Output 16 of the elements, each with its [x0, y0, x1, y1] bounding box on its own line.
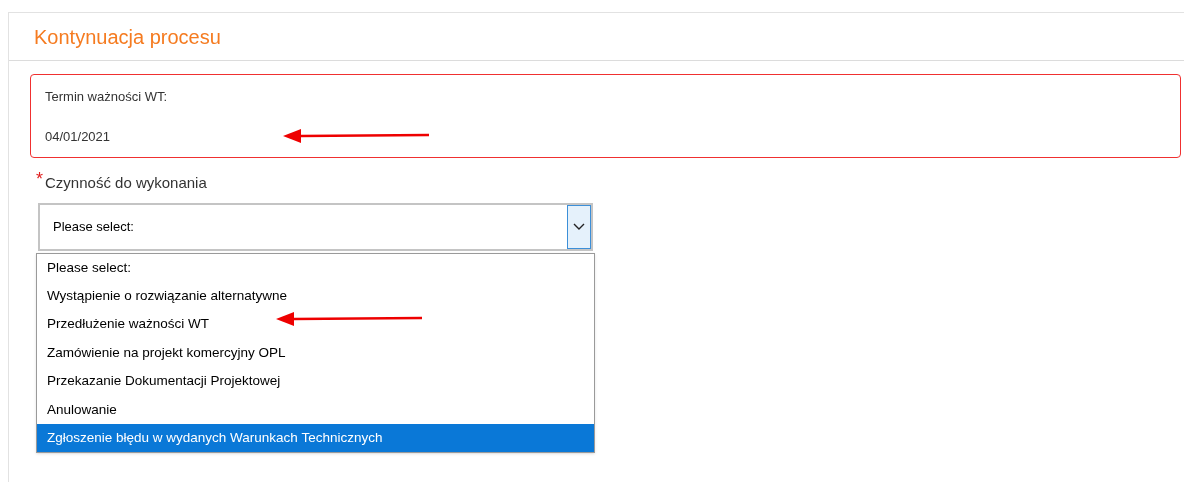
required-mark: * — [36, 170, 43, 188]
dropdown-option[interactable]: Zgłoszenie błędu w wydanych Warunkach Technicznych — [37, 423, 594, 453]
dropdown-option[interactable]: Wystąpienie o rozwiązanie alternatywne — [37, 281, 594, 311]
chevron-icon — [567, 204, 591, 249]
activity-select[interactable]: Please select: — [38, 202, 593, 251]
arrow-icon — [281, 128, 431, 144]
expiry-label: Termin ważności WT: — [45, 88, 168, 106]
dropdown-option[interactable]: Przekazanie Dokumentacji Projektowej — [37, 367, 594, 396]
arrow-icon — [274, 311, 424, 327]
field-label: Czynność do wykonania — [45, 173, 207, 193]
dropdown-option[interactable]: Zamówienie na projekt komercyjny OPL — [37, 338, 594, 368]
dropdown-option[interactable]: Please select: — [37, 253, 594, 282]
dropdown-option[interactable]: Przedłużenie ważności WT — [37, 310, 594, 339]
dropdown-option[interactable]: Anulowanie — [37, 395, 594, 424]
expiry-value: 04/01/2021 — [45, 127, 111, 146]
panel-title: Kontynuacja procesu — [34, 24, 221, 50]
